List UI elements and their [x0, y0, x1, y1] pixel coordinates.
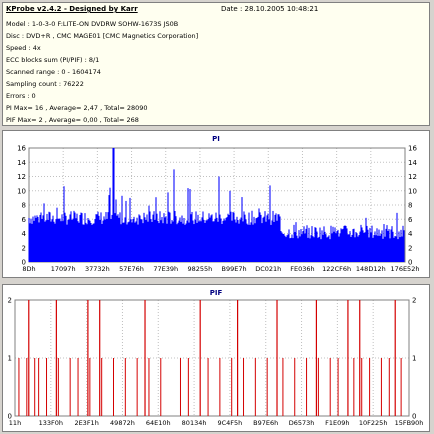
x-tick-label: 11h: [9, 419, 21, 427]
x-tick-label: 77E39h: [153, 265, 178, 273]
x-tick-label: B97E6h: [253, 419, 278, 427]
plot-border: [14, 299, 410, 417]
x-tick-label: 80134h: [182, 419, 207, 427]
y-tick-label-right: 1: [412, 355, 416, 363]
x-tick-label: 57E76h: [119, 265, 144, 273]
y-tick-label-right: 4: [408, 230, 413, 238]
pif-chart-panel: PIF 0 0 1 1 2 2 11h 133F0h 2E3F1h 49872h 64E10h 801…: [2, 284, 430, 432]
x-tick-label: 148D12h: [356, 265, 386, 273]
x-tick-label: B99E7h: [222, 265, 247, 273]
pi-chart: 0 02 24 46 68 810 1012 1214 1416 168Dh 17097h 37732…: [17, 145, 420, 274]
ecc-line: ECC blocks sum (PI/PIF) : 8/1: [6, 56, 100, 64]
y-tick-label-left: 12: [17, 173, 26, 181]
y-tick-label-right: 14: [408, 159, 417, 167]
x-tick-label: 9C4F5h: [218, 419, 243, 427]
x-tick-label: 49872h: [110, 419, 135, 427]
x-tick-label: 64E10h: [146, 419, 171, 427]
x-tick-label: 176E52h: [391, 265, 420, 273]
x-tick-label: 10F225h: [359, 419, 388, 427]
y-tick-label-left: 8: [22, 202, 26, 210]
pi-chart-panel: PI 0 0 2 2 4 4 6 6 8 8 10 10 12 12 14 14 16 16 8Dh 17097h 37…: [2, 130, 430, 278]
y-tick-label-left: 2: [8, 297, 12, 305]
sampling-line: Sampling count : 76222: [6, 80, 84, 88]
y-tick-label-right: 8: [408, 202, 412, 210]
app-title: KProbe v2.4.2 - Designed by Karr: [6, 5, 138, 13]
pif-chart: 0 01 12 211h 133F0h 2E3F1h 49872h 64E10h 80134h 9…: [8, 297, 424, 428]
disc-line: Disc : DVD+R , CMC MAGE01 [CMC Magnetics…: [6, 32, 199, 40]
scan-date: Date : 28.10.2005 10:48:21: [221, 5, 319, 13]
x-tick-label: F1E09h: [325, 419, 349, 427]
y-tick-label-right: 10: [408, 187, 417, 195]
x-tick-label: 98255h: [188, 265, 213, 273]
y-tick-label-left: 4: [22, 230, 27, 238]
y-tick-label-right: 2: [412, 297, 416, 305]
x-tick-label: 2E3F1h: [74, 419, 98, 427]
x-tick-label: 8Dh: [22, 265, 35, 273]
y-tick-label-right: 12: [408, 173, 417, 181]
speed-line: Speed : 4x: [6, 44, 41, 52]
range-line: Scanned range : 0 - 1604174: [6, 68, 101, 76]
y-tick-label-left: 1: [8, 355, 12, 363]
pif-stats-line: PIF Max= 2 , Average= 0,00 , Total= 268: [6, 116, 139, 124]
y-tick-label-right: 16: [408, 145, 417, 153]
x-tick-label: FE036h: [290, 265, 314, 273]
y-tick-label-left: 16: [17, 145, 26, 153]
x-tick-label: D6573h: [289, 419, 315, 427]
model-line: Model : 1-0-3-0 F:LITE-ON DVDRW SOHW-167…: [6, 20, 179, 28]
x-tick-label: 17097h: [51, 265, 76, 273]
x-tick-label: 37732h: [85, 265, 110, 273]
x-tick-label: 15FB90h: [395, 419, 424, 427]
y-tick-label-right: 6: [408, 216, 413, 224]
x-tick-label: DC021h: [255, 265, 281, 273]
x-tick-label: 122CF6h: [322, 265, 351, 273]
y-tick-label-left: 10: [17, 187, 26, 195]
x-tick-label: 133F0h: [39, 419, 63, 427]
info-panel: KProbe v2.4.2 - Designed by Karr Date : …: [2, 2, 430, 126]
y-tick-label-left: 2: [22, 244, 26, 252]
errors-line: Errors : 0: [6, 92, 36, 100]
y-tick-label-left: 6: [22, 216, 27, 224]
pi-stats-line: PI Max= 16 , Average= 2,47 , Total= 2809…: [6, 104, 148, 112]
y-tick-label-right: 2: [408, 244, 412, 252]
y-tick-label-left: 14: [17, 159, 26, 167]
